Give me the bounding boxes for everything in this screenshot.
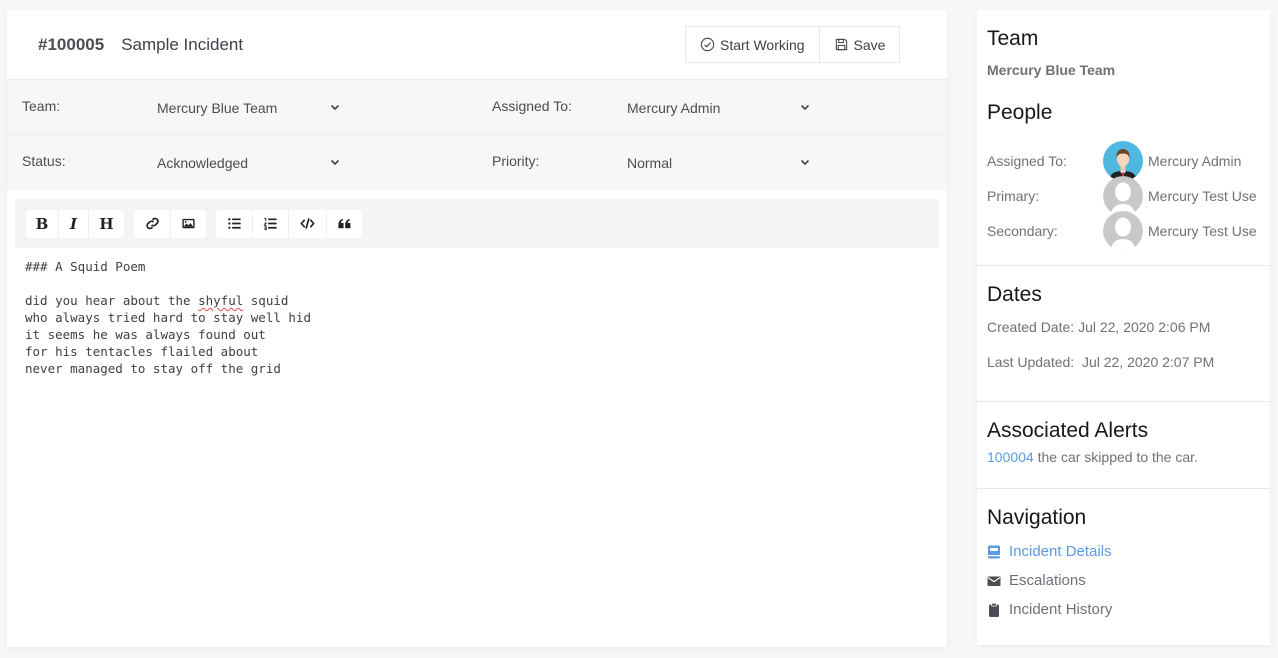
quote-button[interactable] bbox=[326, 209, 362, 238]
nav-incident-history[interactable]: Incident History bbox=[987, 595, 1112, 624]
dates-heading: Dates bbox=[987, 283, 1042, 306]
toolbar-group-insert bbox=[134, 209, 206, 238]
navigation-list: Incident Details Escalations Incident Hi… bbox=[987, 537, 1112, 624]
nav-escalations[interactable]: Escalations bbox=[987, 566, 1112, 595]
people-heading: People bbox=[987, 101, 1053, 124]
envelope-icon bbox=[987, 576, 1001, 586]
created-date-value: Jul 22, 2020 2:06 PM bbox=[1078, 319, 1211, 335]
default-avatar bbox=[1103, 175, 1143, 216]
save-label: Save bbox=[853, 36, 886, 53]
incident-sidebar: Team Mercury Blue Team People Assigned T… bbox=[977, 10, 1270, 645]
team-heading: Team bbox=[987, 27, 1039, 50]
team-people-section: Team Mercury Blue Team People Assigned T… bbox=[977, 10, 1270, 266]
team-select[interactable]: Mercury Blue Team bbox=[157, 100, 277, 116]
bold-button[interactable]: B bbox=[26, 210, 58, 238]
ordered-list-icon bbox=[263, 217, 277, 231]
person-label: Assigned To: bbox=[987, 152, 1067, 169]
default-avatar bbox=[1103, 210, 1143, 251]
field-row-team-assigned: Team: Mercury Blue Team Assigned To: Mer… bbox=[7, 80, 947, 135]
nav-incident-details[interactable]: Incident Details bbox=[987, 537, 1112, 566]
editor-textarea[interactable]: ### A Squid Poem did you hear about the … bbox=[15, 248, 939, 387]
last-updated-value: Jul 22, 2020 2:07 PM bbox=[1081, 354, 1215, 370]
associated-alerts-section: Associated Alerts 100004 the car skipped… bbox=[977, 402, 1270, 489]
chevron-down-icon[interactable] bbox=[800, 157, 810, 167]
misspelled-word[interactable]: shyful bbox=[198, 293, 243, 308]
created-date: Created Date: Jul 22, 2020 2:06 PM bbox=[987, 319, 1210, 335]
person-row-assigned: Assigned To: Mercury Admin bbox=[987, 140, 1267, 181]
unordered-list-icon bbox=[227, 218, 241, 229]
team-label: Team: bbox=[22, 98, 61, 114]
team-value: Mercury Blue Team bbox=[987, 62, 1116, 78]
save-icon bbox=[835, 38, 847, 51]
status-select[interactable]: Acknowledged bbox=[157, 155, 248, 171]
markdown-editor: B I H ### A Squid Poem did you hear abou… bbox=[15, 199, 939, 387]
italic-button[interactable]: I bbox=[58, 209, 88, 238]
admin-avatar bbox=[1103, 140, 1143, 181]
incident-title: Sample Incident bbox=[121, 34, 244, 54]
start-working-button[interactable]: Start Working bbox=[686, 27, 819, 62]
header-actions: Start Working Save bbox=[685, 26, 901, 63]
book-icon bbox=[988, 545, 1000, 558]
clipboard-icon bbox=[989, 602, 999, 617]
check-circle-icon bbox=[700, 37, 715, 52]
navigation-section: Navigation Incident Details Escalations … bbox=[977, 489, 1270, 645]
alert-text: the car skipped to the car. bbox=[1037, 449, 1198, 465]
incident-header: #100005 Sample Incident Start Working Sa… bbox=[7, 10, 947, 80]
chevron-down-icon[interactable] bbox=[330, 102, 340, 112]
assigned-to-select[interactable]: Mercury Admin bbox=[627, 100, 720, 116]
toolbar-group-blocks bbox=[216, 209, 362, 238]
last-updated-label: Last Updated: bbox=[987, 354, 1075, 370]
save-button[interactable]: Save bbox=[818, 27, 900, 62]
assigned-to-label: Assigned To: bbox=[492, 98, 572, 114]
person-name: Mercury Test Use bbox=[1148, 187, 1257, 204]
nav-label: Escalations bbox=[1009, 572, 1086, 589]
nav-label: Incident History bbox=[1009, 601, 1113, 618]
priority-select[interactable]: Normal bbox=[627, 155, 672, 171]
editor-line: who always tried hard to stay well hid bbox=[25, 310, 311, 325]
editor-line: ### A Squid Poem bbox=[25, 259, 146, 274]
alert-item: 100004 the car skipped to the car. bbox=[987, 449, 1198, 465]
ordered-list-button[interactable] bbox=[252, 209, 288, 238]
person-label: Primary: bbox=[987, 187, 1040, 204]
person-row-primary: Primary: Mercury Test Use bbox=[987, 175, 1267, 216]
toolbar-group-text: B I H bbox=[26, 209, 124, 238]
person-name: Mercury Admin bbox=[1148, 152, 1242, 169]
editor-line: never managed to stay off the grid bbox=[25, 361, 281, 376]
quote-icon bbox=[338, 218, 351, 229]
priority-label: Priority: bbox=[492, 153, 540, 169]
code-button[interactable] bbox=[288, 209, 326, 238]
editor-line: did you hear about the bbox=[25, 293, 199, 308]
image-button[interactable] bbox=[170, 209, 206, 238]
navigation-heading: Navigation bbox=[987, 506, 1087, 529]
incident-main-panel: #100005 Sample Incident Start Working Sa… bbox=[7, 10, 947, 647]
last-updated: Last Updated: Jul 22, 2020 2:07 PM bbox=[987, 354, 1214, 370]
start-working-label: Start Working bbox=[720, 36, 805, 53]
link-icon bbox=[145, 217, 159, 230]
heading-button[interactable]: H bbox=[88, 209, 124, 238]
unordered-list-button[interactable] bbox=[216, 210, 252, 238]
editor-toolbar: B I H bbox=[15, 199, 939, 248]
person-row-secondary: Secondary: Mercury Test Use bbox=[987, 210, 1267, 251]
status-label: Status: bbox=[22, 153, 66, 169]
people-list: Assigned To: Mercury Admin Primary: Merc… bbox=[987, 140, 1267, 251]
code-icon bbox=[300, 218, 315, 229]
incident-number: #100005 bbox=[38, 34, 105, 54]
field-row-status-priority: Status: Acknowledged Priority: Normal bbox=[7, 135, 947, 190]
nav-label: Incident Details bbox=[1009, 543, 1112, 560]
image-icon bbox=[182, 218, 195, 229]
editor-line: squid bbox=[243, 293, 289, 308]
alerts-heading: Associated Alerts bbox=[987, 419, 1149, 442]
person-name: Mercury Test Use bbox=[1148, 222, 1257, 239]
editor-line: for his tentacles flailed about bbox=[25, 344, 259, 359]
alert-link[interactable]: 100004 bbox=[987, 449, 1034, 465]
link-button[interactable] bbox=[134, 210, 170, 238]
chevron-down-icon[interactable] bbox=[800, 102, 810, 112]
dates-section: Dates Created Date: Jul 22, 2020 2:06 PM… bbox=[977, 266, 1270, 402]
incident-fields: Team: Mercury Blue Team Assigned To: Mer… bbox=[7, 80, 947, 190]
person-label: Secondary: bbox=[987, 222, 1058, 239]
chevron-down-icon[interactable] bbox=[330, 157, 340, 167]
created-date-label: Created Date: bbox=[987, 319, 1075, 335]
editor-line: it seems he was always found out bbox=[25, 327, 266, 342]
